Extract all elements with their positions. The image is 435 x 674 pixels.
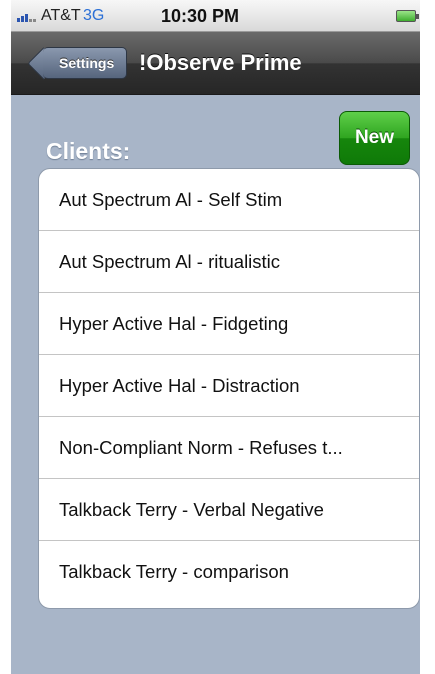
list-item[interactable]: Aut Spectrum Al - ritualistic <box>39 231 419 293</box>
signal-bars-icon <box>17 10 39 22</box>
client-list: Aut Spectrum Al - Self Stim Aut Spectrum… <box>38 168 420 609</box>
app-screen: AT&T 3G 10:30 PM Settings !Observe Prime… <box>11 0 420 674</box>
battery-icon <box>396 10 419 22</box>
list-item[interactable]: Aut Spectrum Al - Self Stim <box>39 169 419 231</box>
clients-header: Clients: <box>46 138 131 164</box>
status-bar: AT&T 3G 10:30 PM <box>11 0 420 32</box>
page-title: !Observe Prime <box>139 50 302 75</box>
navigation-bar: Settings !Observe Prime <box>11 32 420 95</box>
new-client-button[interactable]: New <box>339 111 410 165</box>
network-type: 3G <box>83 7 105 24</box>
status-time: 10:30 PM <box>161 6 240 26</box>
settings-back-button[interactable]: Settings <box>43 47 128 79</box>
list-item[interactable]: Hyper Active Hal - Distraction <box>39 355 419 417</box>
carrier-name: AT&T <box>41 7 81 24</box>
list-item[interactable]: Talkback Terry - Verbal Negative <box>39 479 419 541</box>
list-item[interactable]: Hyper Active Hal - Fidgeting <box>39 293 419 355</box>
list-item[interactable]: Talkback Terry - comparison <box>39 541 419 603</box>
list-item[interactable]: Non-Compliant Norm - Refuses t... <box>39 417 419 479</box>
